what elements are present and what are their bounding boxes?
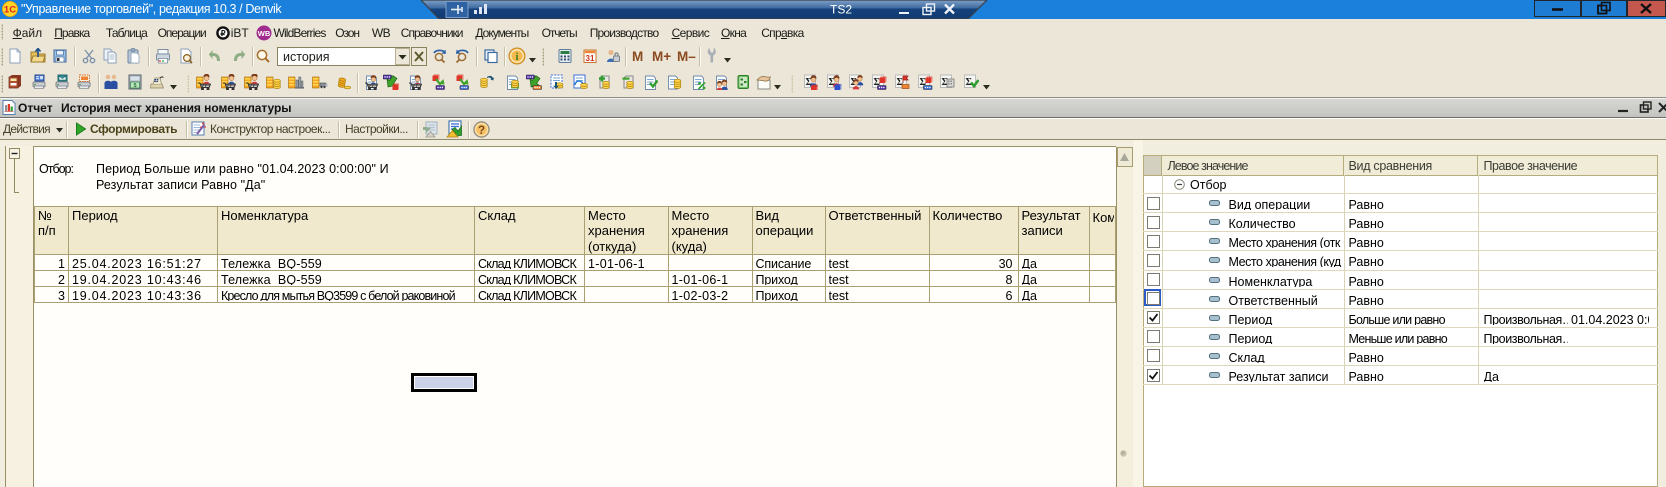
svg-text:i: i bbox=[515, 51, 518, 63]
svg-text:$: $ bbox=[133, 83, 136, 89]
svg-text:?: ? bbox=[478, 125, 485, 137]
svg-text:31: 31 bbox=[586, 54, 595, 63]
svg-text:TS2: TS2 bbox=[830, 3, 852, 17]
svg-text:₽: ₽ bbox=[220, 29, 225, 38]
svg-text:1C: 1C bbox=[4, 5, 16, 16]
svg-text:WB: WB bbox=[258, 29, 271, 38]
